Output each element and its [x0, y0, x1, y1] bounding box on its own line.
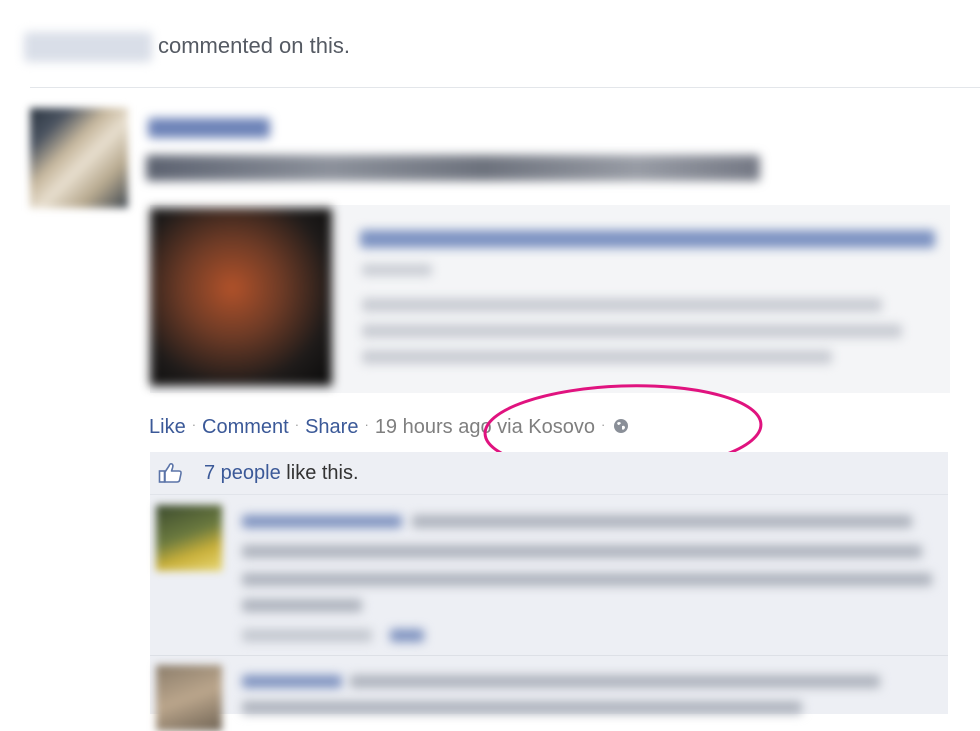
attachment-description-line	[362, 324, 902, 338]
likes-suffix: like this.	[280, 462, 359, 484]
comment-text-line	[242, 545, 922, 558]
comment-text-line	[412, 515, 912, 528]
commented-on-this-text: commented on this.	[158, 33, 350, 58]
likes-people-link[interactable]: 7 people	[204, 462, 281, 484]
comment-author-redacted[interactable]	[242, 675, 342, 688]
attachment-description-line	[362, 350, 832, 364]
comment-like-link-redacted[interactable]	[390, 629, 424, 642]
attachment-title-redacted[interactable]	[360, 230, 935, 248]
comment-text-line	[350, 675, 880, 688]
story-header: commented on this.	[0, 0, 980, 88]
comment-author-redacted[interactable]	[242, 515, 402, 528]
separator-dot: ·	[294, 417, 300, 432]
poster-name-redacted[interactable]	[148, 118, 270, 138]
comment-avatar[interactable]	[156, 665, 222, 731]
post-action-line: Like · Comment · Share · 19 hours ago via Koso…	[149, 413, 629, 441]
commenter-name-redacted[interactable]	[24, 32, 152, 62]
thumbs-up-icon	[158, 462, 184, 484]
comment-meta-redacted	[242, 629, 372, 642]
separator-dot: ·	[191, 417, 197, 432]
globe-icon[interactable]	[613, 414, 629, 433]
separator-dot: ·	[600, 417, 606, 432]
comment-divider	[150, 655, 948, 656]
comment-avatar[interactable]	[156, 505, 222, 571]
attachment-source-redacted	[362, 264, 432, 276]
likes-summary-bar: 7 people like this.	[150, 452, 948, 495]
post-message-redacted	[146, 155, 760, 181]
attachment-thumbnail[interactable]	[150, 208, 332, 386]
like-link[interactable]: Like	[149, 416, 186, 438]
separator-dot: ·	[364, 417, 369, 432]
comment-link[interactable]: Comment	[202, 416, 289, 438]
likes-count-text: 7 people like this.	[204, 459, 359, 487]
attachment-description-line	[362, 298, 882, 312]
share-link[interactable]: Share	[305, 416, 358, 438]
comment-text-line	[242, 599, 362, 612]
post-timestamp[interactable]: 19 hours ago via Kosovo	[375, 416, 595, 438]
poster-avatar[interactable]	[30, 108, 128, 208]
comment-text-line	[242, 573, 932, 586]
comments-list	[150, 495, 948, 731]
header-divider	[30, 87, 980, 88]
comment-text-line	[242, 701, 802, 714]
